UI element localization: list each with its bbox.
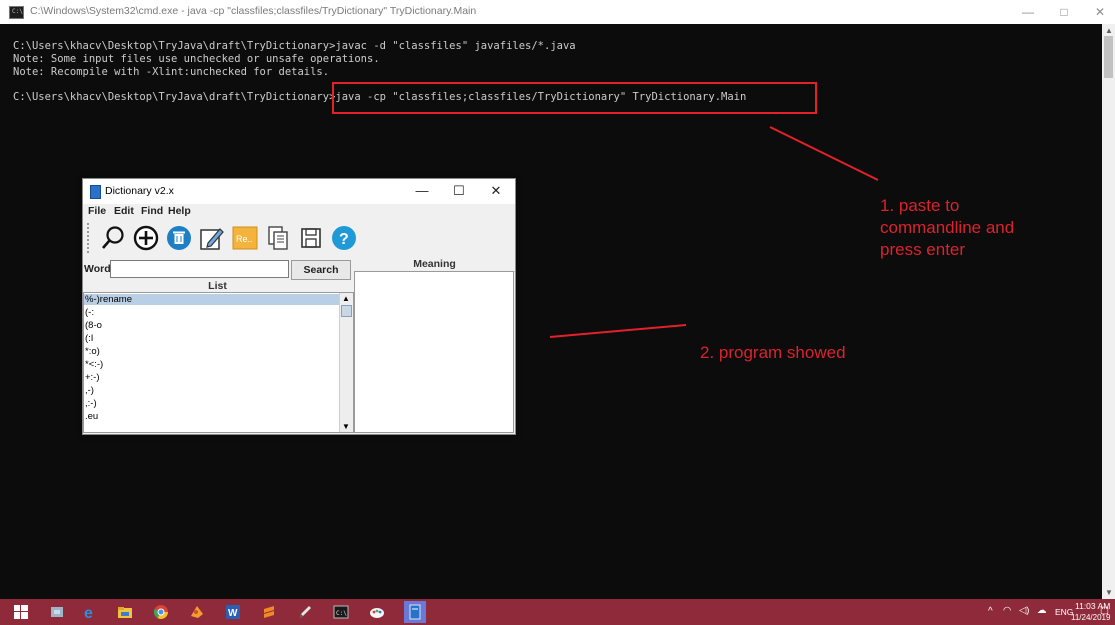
paste-icon [268,226,288,250]
save-icon [301,228,321,248]
meaning-panel[interactable] [354,271,514,433]
edge-icon[interactable]: e [82,603,100,621]
menu-bar: File Edit Find Help [83,204,515,221]
console-line: Note: Recompile with -Xlint:unchecked fo… [13,66,330,78]
list-scroll-up-icon[interactable]: ▲ [342,294,350,303]
console-line: C:\Users\khacv\Desktop\TryJava\draft\Try… [13,40,576,52]
rename-label: Re.. [236,234,253,244]
dictionary-app-icon [90,185,101,199]
rename-toolbar-button[interactable]: Re.. [230,223,260,253]
chrome-icon[interactable] [152,603,170,621]
word-label: Word [84,263,111,275]
paint3d-icon[interactable] [368,603,386,621]
console-close-button[interactable]: ✕ [1082,2,1115,22]
word-input[interactable] [110,260,289,278]
list-item[interactable]: ,-) [84,385,341,396]
save-toolbar-button[interactable] [296,223,326,253]
edit-icon [200,228,224,250]
search-toolbar-button[interactable] [98,223,128,253]
console-title: C:\Windows\System32\cmd.exe - java -cp "… [30,5,477,17]
onedrive-icon[interactable]: ☁ [1037,605,1047,616]
add-icon [133,225,159,251]
list-item[interactable]: +:-) [84,372,341,383]
menu-edit[interactable]: Edit [114,205,134,217]
list-scroll-thumb[interactable] [341,305,352,317]
windows-start-icon[interactable] [12,603,30,621]
annotation-note-1: 1. paste to commandline and press enter [880,196,1015,259]
svg-text:W: W [228,608,238,619]
cmd-icon[interactable]: C:\ [332,603,350,621]
menu-find[interactable]: Find [141,205,163,217]
explorer-icon[interactable] [116,603,134,621]
delete-toolbar-button[interactable] [164,223,194,253]
dictionary-titlebar[interactable]: Dictionary v2.x — ☐ ✕ [83,179,515,204]
scroll-down-icon[interactable]: ▼ [1105,588,1113,597]
dictionary-maximize-button[interactable]: ☐ [444,181,474,201]
list-scroll-down-icon[interactable]: ▼ [342,422,350,431]
console-line: Note: Some input files use unchecked or … [13,53,380,65]
console-maximize-button[interactable]: □ [1046,2,1082,22]
list-item[interactable]: .eu [84,411,341,422]
list-item[interactable]: (-: [84,307,341,318]
toolbar-grip[interactable] [87,223,95,253]
search-icon [102,226,124,249]
help-toolbar-button[interactable]: ? [329,223,359,253]
console-scrollbar[interactable]: ▲ ▼ [1102,24,1115,599]
list-header: List [208,280,227,292]
dictionary-title: Dictionary v2.x [105,185,174,197]
list-item[interactable]: *:o) [84,346,341,357]
volume-icon[interactable]: ◁) [1019,605,1029,616]
edit-toolbar-button[interactable] [197,223,227,253]
file-icon[interactable] [48,603,66,621]
add-toolbar-button[interactable] [131,223,161,253]
word-icon[interactable]: W [224,603,242,621]
list-item[interactable]: %-)rename [84,294,341,305]
annotation-note-2: 2. program showed [700,343,846,362]
console-titlebar[interactable]: C:\ C:\Windows\System32\cmd.exe - java -… [0,0,1115,25]
paste-toolbar-button[interactable] [263,223,293,253]
search-button[interactable]: Search [291,260,351,280]
menu-help[interactable]: Help [168,205,191,217]
list-item[interactable]: ,:-) [84,398,341,409]
notifications-icon[interactable]: ▢ [1100,605,1109,616]
pen-icon[interactable] [296,603,314,621]
taskbar: e W C:\ ^ ◠ ◁) ☁ ENG 11:03 AM 11/24/2019… [0,599,1115,625]
network-icon[interactable]: ◠ [1003,605,1011,616]
dictionary-icon[interactable] [404,601,426,623]
svg-text:?: ? [339,231,349,248]
dictionary-window[interactable]: Dictionary v2.x — ☐ ✕ File Edit Find Hel… [82,178,516,435]
dictionary-minimize-button[interactable]: — [407,181,437,201]
paint-icon[interactable] [188,603,206,621]
meaning-header: Meaning [354,257,515,272]
menu-file[interactable]: File [88,205,106,217]
svg-text:C:\: C:\ [336,610,347,617]
cmd-app-icon: C:\ [9,6,24,19]
help-icon: ? [332,226,356,250]
console-minimize-button[interactable]: — [1010,2,1046,22]
scroll-up-icon[interactable]: ▲ [1105,26,1113,35]
list-item[interactable]: *<:-) [84,359,341,370]
list-scrollbar[interactable]: ▲ ▼ [339,293,353,432]
dictionary-close-button[interactable]: ✕ [481,181,511,201]
command-highlight-box [332,82,817,114]
delete-icon [167,226,191,250]
word-list[interactable]: %-)rename (-: (8-o (:I *:o) *<:-) +:-) ,… [83,292,354,433]
list-item[interactable]: (:I [84,333,341,344]
rename-icon: Re.. [232,226,258,250]
sublime-icon[interactable] [260,603,278,621]
toolbar: Re.. ? [83,221,515,257]
list-item[interactable]: (8-o [84,320,341,331]
tray-up-chevron-icon[interactable]: ^ [988,606,993,617]
svg-text:e: e [84,605,93,620]
scroll-thumb[interactable] [1104,36,1113,78]
